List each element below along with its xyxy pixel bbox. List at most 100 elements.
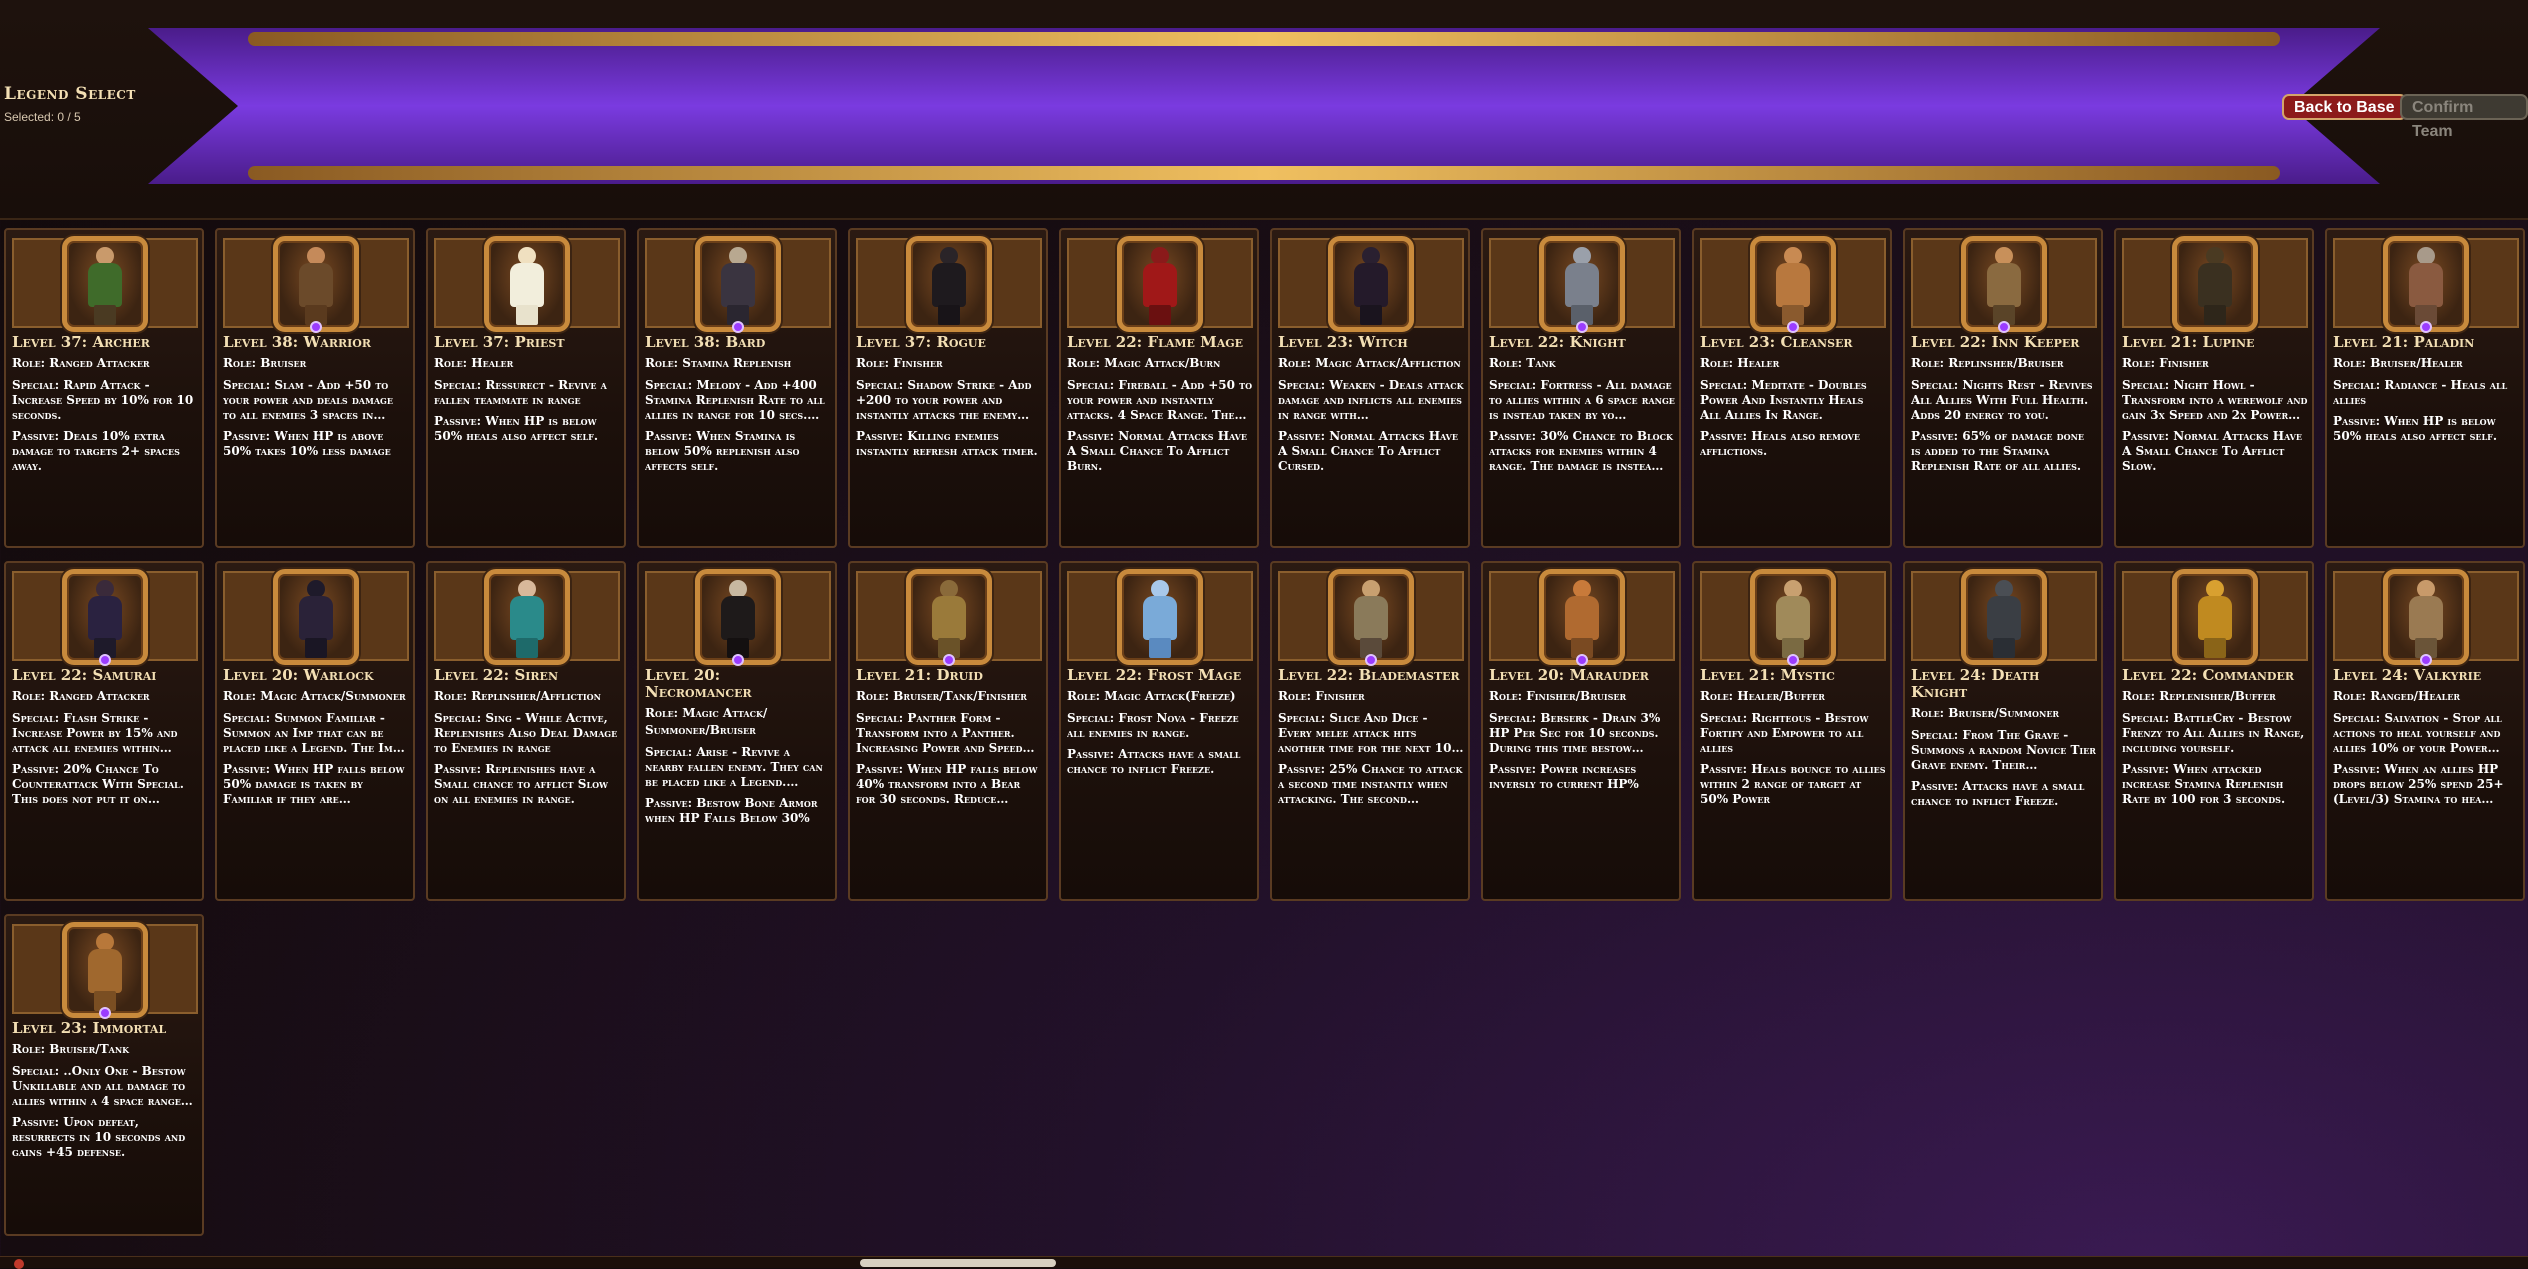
legend-card[interactable]: Level 22: Flame Mage Role: Magic Attack/… [1059, 228, 1259, 548]
portrait-frame [1117, 236, 1203, 332]
legend-card[interactable]: Level 37: Priest Role: Healer Special: R… [426, 228, 626, 548]
legend-passive: Passive: Replenishes have a Small chance… [434, 762, 609, 806]
legend-card[interactable]: Level 22: Frost Mage Role: Magic Attack(… [1059, 561, 1259, 901]
legend-name-text: Level 21: Paladin [2333, 333, 2475, 351]
legend-passive: Passive: Normal Attacks Have A Small Cha… [1067, 429, 1247, 473]
legend-name: Level 20: Marauder Role: Finisher/Bruise… [1489, 667, 1675, 792]
hero-portrait-icon [1771, 247, 1815, 325]
legend-role: Role: Bruiser [223, 356, 307, 370]
horizontal-scrollbar[interactable] [860, 1259, 1056, 1267]
portrait-frame [273, 569, 359, 665]
legend-card[interactable]: Level 21: Lupine Role: Finisher Special:… [2114, 228, 2314, 548]
rarity-gem-icon [310, 321, 322, 333]
legend-passive: Passive: When HP is below 50% heals also… [434, 414, 598, 443]
portrait-frame [1750, 236, 1836, 333]
legend-role: Role: Magic Attack/Affliction [1278, 356, 1461, 370]
legend-special: Special: Nights Rest - Revives All Allie… [1911, 378, 2093, 422]
legend-name-text: Level 37: Archer [12, 333, 150, 351]
legend-name-text: Level 23: Witch [1278, 333, 1408, 351]
legend-card[interactable]: Level 38: Bard Role: Stamina Replenish S… [637, 228, 837, 548]
portrait-background [223, 569, 409, 665]
legend-role: Role: Stamina Replenish [645, 356, 792, 370]
legend-name: Level 21: Lupine Role: Finisher Special:… [2122, 334, 2308, 474]
legend-name-text: Level 23: Cleanser [1700, 333, 1853, 351]
portrait-frame [62, 922, 148, 1019]
legend-card[interactable]: Level 20: Warlock Role: Magic Attack/Sum… [215, 561, 415, 901]
hero-portrait-icon [1349, 247, 1393, 325]
legend-card[interactable]: Level 24: Valkyrie Role: Ranged/Healer S… [2325, 561, 2525, 901]
legend-special: Special: Berserk - Drain 3% HP Per Sec f… [1489, 711, 1661, 755]
legend-card[interactable]: Level 38: Warrior Role: Bruiser Special:… [215, 228, 415, 548]
legend-card[interactable]: Level 24: Death Knight Role: Bruiser/Sum… [1903, 561, 2103, 901]
legend-card[interactable]: Level 37: Archer Role: Ranged Attacker S… [4, 228, 204, 548]
hero-portrait-icon [927, 580, 971, 658]
legend-card[interactable]: Level 22: Blademaster Role: Finisher Spe… [1270, 561, 1470, 901]
legend-card[interactable]: Level 21: Mystic Role: Healer/Buffer Spe… [1692, 561, 1892, 901]
legend-card[interactable]: Level 22: Knight Role: Tank Special: For… [1481, 228, 1681, 548]
rarity-gem-icon [943, 654, 955, 666]
legend-special: Special: Fortress - All damage to allies… [1489, 378, 1675, 422]
hero-portrait-icon [1138, 580, 1182, 658]
legend-name-text: Level 22: Inn Keeper [1911, 333, 2080, 351]
portrait-frame [1539, 569, 1625, 666]
legend-special: Special: Radiance - Heals all allies [2333, 378, 2508, 407]
banner-decoration [148, 28, 2380, 184]
legend-role: Role: Tank [1489, 356, 1556, 370]
portrait-background [1067, 569, 1253, 665]
portrait-frame [1117, 569, 1203, 665]
legend-name: Level 22: Inn Keeper Role: Replinsher/Br… [1911, 334, 2097, 474]
legend-card[interactable]: Level 22: Commander Role: Replenisher/Bu… [2114, 561, 2314, 901]
hero-portrait-icon [83, 580, 127, 658]
portrait-background [434, 236, 620, 332]
portrait-background [1278, 236, 1464, 332]
legend-name: Level 21: Mystic Role: Healer/Buffer Spe… [1700, 667, 1886, 807]
rarity-gem-icon [99, 654, 111, 666]
legend-name: Level 37: Rogue Role: Finisher Special: … [856, 334, 1042, 459]
legend-role: Role: Magic Attack/Summoner [223, 689, 406, 703]
hero-portrait-icon [2193, 580, 2237, 658]
legend-special: Special: Summon Familiar - Summon an Imp… [223, 711, 405, 755]
portrait-background [2122, 569, 2308, 665]
legend-card[interactable]: Level 20: Marauder Role: Finisher/Bruise… [1481, 561, 1681, 901]
legend-passive: Passive: When HP falls below 40% transfo… [856, 762, 1038, 806]
legend-card[interactable]: Level 23: Cleanser Role: Healer Special:… [1692, 228, 1892, 548]
legend-role: Role: Healer [1700, 356, 1780, 370]
legend-role: Role: Magic Attack/Burn [1067, 356, 1221, 370]
portrait-frame [62, 569, 148, 666]
legend-name-text: Level 23: Immortal [12, 1019, 167, 1037]
legend-special: Special: Arise - Revive a nearby fallen … [645, 745, 823, 789]
hero-portrait-icon [2404, 580, 2448, 658]
status-dot-icon [14, 1259, 24, 1269]
back-to-base-button[interactable]: Back to Base [2282, 94, 2407, 120]
legend-card[interactable]: Level 22: Inn Keeper Role: Replinsher/Br… [1903, 228, 2103, 548]
legend-name: Level 20: Necromancer Role: Magic Attack… [645, 667, 831, 826]
legend-card[interactable]: Level 20: Necromancer Role: Magic Attack… [637, 561, 837, 901]
portrait-frame [62, 236, 148, 332]
legend-name-text: Level 21: Druid [856, 666, 983, 684]
legend-card[interactable]: Level 22: Siren Role: Replinsher/Afflict… [426, 561, 626, 901]
rarity-gem-icon [2420, 654, 2432, 666]
legend-card[interactable]: Level 21: Druid Role: Bruiser/Tank/Finis… [848, 561, 1048, 901]
legend-name: Level 23: Immortal Role: Bruiser/Tank Sp… [12, 1020, 198, 1160]
legend-card[interactable]: Level 23: Witch Role: Magic Attack/Affli… [1270, 228, 1470, 548]
portrait-frame [273, 236, 359, 333]
legend-name: Level 21: Druid Role: Bruiser/Tank/Finis… [856, 667, 1042, 807]
legend-name-text: Level 20: Marauder [1489, 666, 1649, 684]
legend-card[interactable]: Level 21: Paladin Role: Bruiser/Healer S… [2325, 228, 2525, 548]
rarity-gem-icon [732, 321, 744, 333]
confirm-team-button[interactable]: Confirm Team [2400, 94, 2528, 140]
legend-card[interactable]: Level 37: Rogue Role: Finisher Special: … [848, 228, 1048, 548]
legend-name-text: Level 20: Warlock [223, 666, 374, 684]
legend-name-text: Level 22: Siren [434, 666, 558, 684]
rarity-gem-icon [1998, 321, 2010, 333]
legend-card[interactable]: Level 22: Samurai Role: Ranged Attacker … [4, 561, 204, 901]
legend-passive: Passive: Attacks have a small chance to … [1067, 747, 1241, 776]
legend-name-text: Level 22: Commander [2122, 666, 2294, 684]
legend-role: Role: Finisher [1278, 689, 1365, 703]
legend-card[interactable]: Level 23: Immortal Role: Bruiser/Tank Sp… [4, 914, 204, 1236]
legend-special: Special: Slice And Dice - Every melee at… [1278, 711, 1464, 755]
legend-special: Special: Shadow Strike - Add +200 to you… [856, 378, 1032, 422]
legend-name: Level 22: Samurai Role: Ranged Attacker … [12, 667, 198, 807]
legend-name-text: Level 38: Bard [645, 333, 766, 351]
rarity-gem-icon [1576, 321, 1588, 333]
